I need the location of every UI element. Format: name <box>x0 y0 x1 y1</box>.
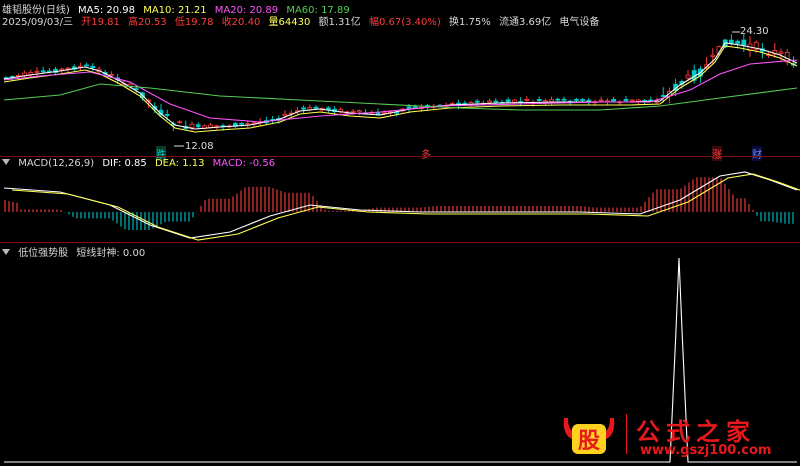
candle-body <box>474 100 480 103</box>
candle-body <box>449 103 455 105</box>
candle-body <box>536 99 542 101</box>
candle-body <box>40 70 46 73</box>
panel-separator-top <box>0 156 800 157</box>
high-price-label: 24.30 <box>740 26 769 37</box>
indicator-header: 低位强势股 短线封神: 0.00 <box>2 244 150 259</box>
candle-body <box>239 122 245 125</box>
macd-dea: DEA: 1.13 <box>154 158 205 169</box>
candle-body <box>735 40 740 44</box>
candle-body <box>629 99 635 102</box>
candle-body <box>164 114 170 116</box>
candle-body <box>729 39 734 44</box>
candle-body <box>623 99 629 102</box>
collapse-icon[interactable] <box>2 249 10 255</box>
macd-value: MACD: -0.56 <box>212 158 276 169</box>
candle-body <box>59 68 65 71</box>
candle-body <box>282 113 288 117</box>
candle-body <box>195 124 201 128</box>
low-price-label: 12.08 <box>185 141 214 152</box>
cai-tag: 财 <box>752 146 762 161</box>
dea-line <box>11 173 800 241</box>
bull-logo-icon: 股 <box>563 418 615 454</box>
logo-char: 股 <box>578 429 600 454</box>
macd-dif: DIF: 0.85 <box>102 158 147 169</box>
watermark: 股 公式之家 www.gszj100.com <box>556 408 792 464</box>
candle-body <box>301 107 307 110</box>
watermark-text: 公式之家 <box>636 418 756 446</box>
candle-body <box>660 95 666 97</box>
watermark-url: www.gszj100.com <box>640 443 772 458</box>
macd-title: MACD(12,26,9) <box>18 158 95 169</box>
indicator-title: 低位强势股 <box>18 248 69 259</box>
macd-header: MACD(12,26,9) DIF: 0.85 DEA: 1.13 MACD: … <box>2 158 280 169</box>
panel-separator-mid <box>0 242 800 243</box>
candle-body <box>189 123 195 128</box>
candle-body <box>412 106 418 108</box>
candle-body <box>574 98 579 101</box>
ma10-line <box>3 45 798 133</box>
kline-chart[interactable] <box>0 0 800 466</box>
candle-body <box>487 100 493 103</box>
candle-body <box>685 74 691 79</box>
candle-body <box>34 70 40 73</box>
candle-body <box>90 65 96 69</box>
candle-body <box>381 111 387 114</box>
candle-body <box>356 110 362 113</box>
duo-tag: 多 <box>421 146 431 161</box>
candle-body <box>84 64 89 67</box>
indicator-line: 短线封神: 0.00 <box>76 248 146 259</box>
zhang-tag: 涨 <box>712 146 722 161</box>
candle-body <box>505 99 511 103</box>
candle-body <box>611 99 616 102</box>
candle-body <box>741 39 747 46</box>
candle-body <box>524 99 530 101</box>
collapse-icon[interactable] <box>2 159 10 165</box>
candle-body <box>580 99 585 101</box>
ma60-line <box>3 83 798 111</box>
candle-body <box>561 98 567 101</box>
candle-body <box>555 98 561 101</box>
candle-body <box>350 110 356 113</box>
candle-body <box>177 121 183 124</box>
candle-body <box>549 99 554 102</box>
candle-body <box>710 54 716 57</box>
candle-body <box>512 99 517 103</box>
candle-body <box>778 51 784 54</box>
candle-body <box>598 99 604 102</box>
candle-body <box>493 100 499 103</box>
candle-body <box>543 100 548 103</box>
ma20-line <box>3 59 798 123</box>
candle-body <box>208 124 214 128</box>
candle-body <box>313 106 319 109</box>
